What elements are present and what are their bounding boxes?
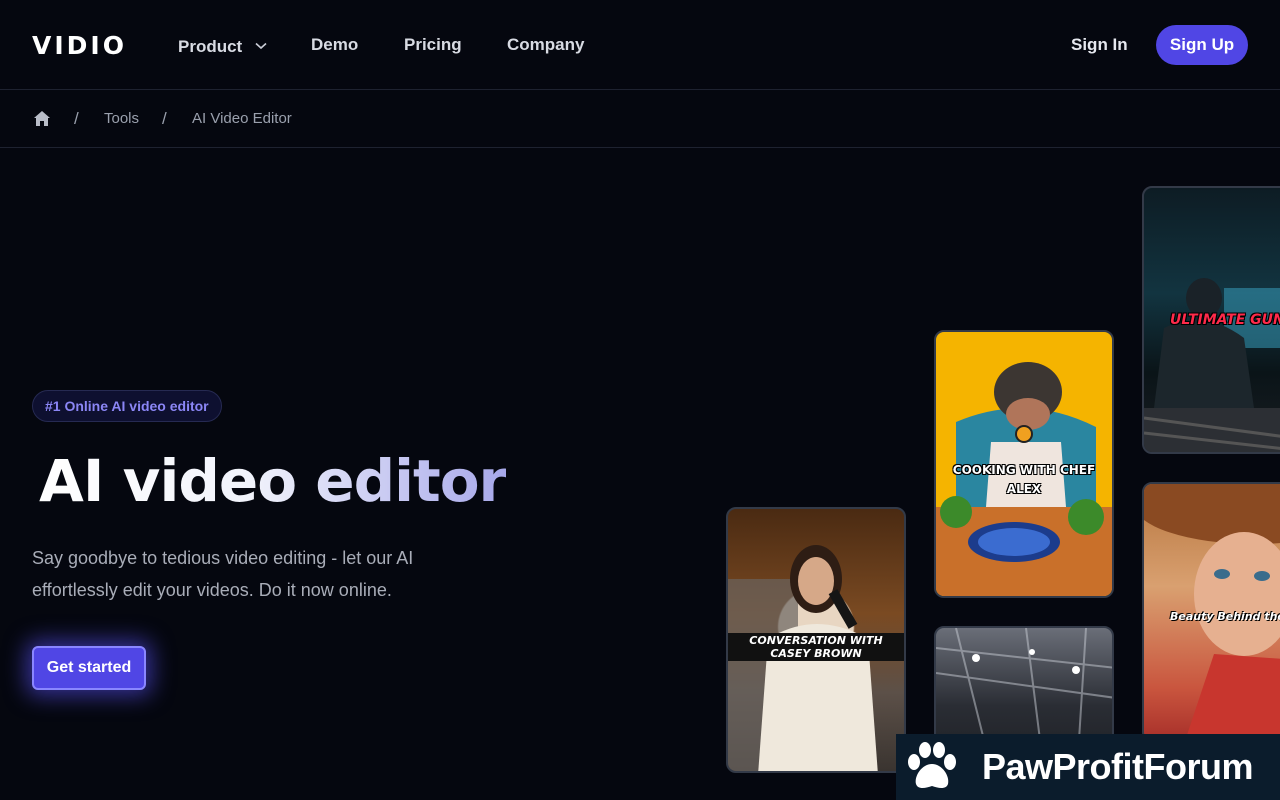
nav-demo[interactable]: Demo (311, 35, 358, 55)
watermark-text: PawProfitForum (982, 746, 1254, 787)
video-caption: ULTIMATE GUNFIGH (1170, 312, 1280, 328)
chevron-down-icon (255, 35, 267, 55)
video-caption: Beauty Behind the Scen (1170, 610, 1280, 623)
nav-company[interactable]: Company (507, 35, 584, 55)
video-thumbnail-gaming[interactable]: ULTIMATE GUNFIGH (1142, 186, 1280, 454)
breadcrumb-tools[interactable]: Tools (104, 110, 139, 127)
hero-title: AI video editor (39, 447, 507, 515)
nav-pricing[interactable]: Pricing (404, 35, 462, 55)
video-thumbnail-cooking[interactable]: COOKING WITH CHEF ALEX (934, 330, 1114, 598)
sign-up-button[interactable]: Sign Up (1156, 25, 1248, 65)
nav-product[interactable]: Product (178, 35, 267, 57)
breadcrumb: / Tools / AI Video Editor (0, 91, 1280, 148)
get-started-button[interactable]: Get started (32, 646, 146, 690)
video-caption: COOKING WITH CHEF ALEX (952, 463, 1096, 496)
video-thumbnail-beauty[interactable]: Beauty Behind the Scen (1142, 482, 1280, 742)
brand-logo[interactable]: VIDIO (32, 31, 127, 60)
hero-badge: #1 Online AI video editor (32, 390, 222, 422)
watermark-banner: PawProfitForum (896, 734, 1280, 800)
top-navbar: VIDIO Product Demo Pricing Company Sign … (0, 0, 1280, 90)
paw-icon (904, 740, 960, 799)
breadcrumb-current: AI Video Editor (192, 110, 292, 127)
video-thumbnail-podcast[interactable]: CONVERSATION WITH CASEY BROWN (726, 507, 906, 773)
video-caption: CONVERSATION WITH CASEY BROWN (728, 633, 904, 661)
breadcrumb-separator: / (162, 109, 167, 128)
sign-in-link[interactable]: Sign In (1071, 35, 1128, 55)
home-icon[interactable] (33, 110, 51, 132)
nav-product-label: Product (178, 37, 243, 56)
hero-subtitle: Say goodbye to tedious video editing - l… (32, 548, 414, 600)
breadcrumb-separator: / (74, 109, 79, 128)
